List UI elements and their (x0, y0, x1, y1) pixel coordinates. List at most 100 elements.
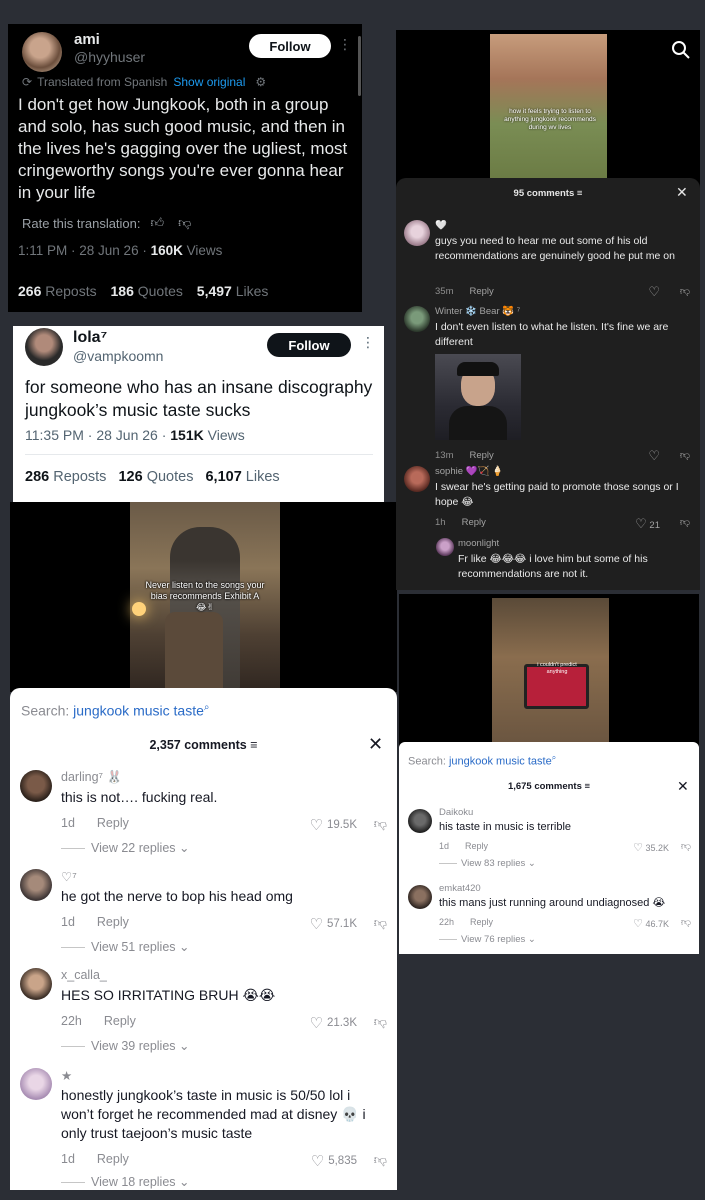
user-handle[interactable]: @vampkoomn (73, 348, 163, 364)
avatar[interactable] (404, 306, 430, 332)
search-label: Search: (408, 755, 449, 768)
search-suggestion[interactable]: Search: jungkook music taste⌕ (21, 702, 209, 719)
search-icon[interactable]: ⌕ (552, 753, 556, 762)
quotes-label: Quotes (142, 469, 194, 485)
avatar[interactable] (436, 538, 454, 556)
comment-meta: 1d Reply (61, 816, 129, 830)
avatar[interactable] (20, 1068, 52, 1100)
like-button[interactable]: ♡ (648, 284, 660, 300)
search-suggestion[interactable]: Search: jungkook music taste⌕ (408, 753, 556, 768)
view-replies-button[interactable]: View 18 replies ⌄ (61, 1174, 190, 1189)
comment-text: honestly jungkook’s taste in music is 50… (61, 1087, 366, 1141)
comment-username[interactable]: emkat420 (439, 883, 481, 894)
view-replies-button[interactable]: View 39 replies ⌄ (61, 1038, 190, 1053)
dislike-icon[interactable]: 👎︎ (680, 285, 690, 297)
like-button[interactable]: ♡ 21 (635, 516, 660, 532)
comment-username[interactable]: ★ (61, 1068, 72, 1083)
like-count: 19.5K (326, 819, 357, 831)
reply-button[interactable]: Reply (470, 917, 493, 927)
like-button[interactable]: ♡ (648, 448, 660, 464)
reply-button[interactable]: Reply (469, 450, 493, 461)
reposts-stat[interactable]: 286 Reposts (25, 469, 106, 485)
dislike-icon[interactable]: 👎︎ (374, 1014, 387, 1030)
avatar[interactable] (404, 220, 430, 246)
comment-username[interactable]: sophie 💜🏹 🍦 (435, 466, 504, 477)
dislike-icon[interactable]: 👎︎ (374, 1152, 387, 1168)
like-button[interactable]: ♡ 46.7K (633, 917, 669, 930)
comment-username[interactable]: 🤍 (435, 220, 447, 231)
dislike-icon[interactable]: 👎︎ (374, 915, 387, 931)
thumbs-up-icon[interactable]: 👍︎ (151, 215, 165, 231)
like-button[interactable]: ♡ 19.5K (309, 816, 357, 834)
avatar[interactable] (408, 809, 432, 833)
follow-button[interactable]: Follow (249, 34, 331, 58)
search-icon[interactable]: ⌕ (204, 702, 210, 713)
avatar[interactable] (22, 32, 62, 72)
display-name[interactable]: ami (74, 31, 100, 48)
comment-username[interactable]: darling⁷ 🐰 (61, 770, 122, 785)
thumbs-down-icon[interactable]: 👎︎ (178, 215, 191, 231)
avatar[interactable] (404, 466, 430, 492)
more-options-icon[interactable]: ⋮ (338, 36, 352, 53)
sort-icon[interactable]: ≡ (585, 781, 591, 792)
like-button[interactable]: ♡ 21.3K (309, 1014, 357, 1032)
quotes-label: Quotes (133, 283, 183, 299)
avatar[interactable] (20, 770, 52, 802)
reply-button[interactable]: Reply (97, 915, 129, 929)
dislike-icon[interactable]: 👎︎ (680, 449, 690, 461)
dislike-icon[interactable]: 👎︎ (681, 840, 691, 852)
avatar[interactable] (20, 869, 52, 901)
sort-icon[interactable]: ≡ (577, 188, 583, 199)
show-original-link[interactable]: Show original (173, 75, 245, 89)
reply-button[interactable]: Reply (465, 841, 488, 851)
dislike-icon[interactable]: 👎︎ (374, 816, 387, 832)
avatar[interactable] (25, 328, 63, 366)
view-replies-button[interactable]: View 83 replies ⌄ (439, 858, 536, 869)
reply-button[interactable]: Reply (469, 286, 493, 297)
like-button[interactable]: ♡ 5,835 (311, 1152, 357, 1170)
view-replies-button[interactable]: View 51 replies ⌄ (61, 939, 190, 954)
dislike-icon[interactable]: 👎︎ (681, 916, 691, 928)
reply-button[interactable]: Reply (104, 1014, 136, 1028)
dislike-icon[interactable]: 👎︎ (680, 516, 690, 528)
search-query[interactable]: jungkook music taste (73, 703, 204, 719)
sort-icon[interactable]: ≡ (250, 738, 257, 752)
search-icon[interactable] (671, 40, 691, 60)
reply-button[interactable]: Reply (97, 1152, 129, 1166)
likes-count: 5,497 (196, 283, 232, 299)
reposts-stat[interactable]: 266 Reposts (18, 283, 97, 299)
user-handle[interactable]: @hyyhuser (74, 49, 145, 65)
reply-button[interactable]: Reply (97, 816, 129, 830)
comment-username[interactable]: Daikoku (439, 807, 473, 818)
quotes-stat[interactable]: 126 Quotes (118, 469, 193, 485)
attached-image[interactable] (435, 354, 521, 440)
avatar[interactable] (408, 885, 432, 909)
follow-button[interactable]: Follow (267, 333, 351, 357)
like-button[interactable]: ♡ 35.2K (633, 841, 669, 854)
display-name[interactable]: lola⁷ (73, 329, 107, 347)
close-icon[interactable]: ✕ (368, 734, 383, 755)
likes-stat[interactable]: 5,497 Likes (197, 283, 269, 299)
comment-username[interactable]: moonlight (458, 538, 499, 549)
reply-button[interactable]: Reply (462, 517, 486, 528)
view-replies-button[interactable]: View 76 replies ⌄ (439, 934, 536, 945)
video-player-right[interactable]: i couldn't predict anything (399, 594, 699, 746)
search-query[interactable]: jungkook music taste (449, 756, 552, 768)
heart-icon: ♡ (648, 284, 660, 299)
scrollbar[interactable] (358, 36, 361, 96)
close-icon[interactable]: ✕ (677, 778, 689, 795)
comment-username[interactable]: Winter ❄️ Bear 🐯 ⁷ (435, 306, 520, 317)
likes-stat[interactable]: 6,107 Likes (205, 469, 279, 485)
video-player-left[interactable]: Never listen to the songs your bias reco… (10, 502, 397, 692)
more-options-icon[interactable]: ⋮ (361, 334, 375, 351)
view-replies-button[interactable]: View 22 replies ⌄ (61, 840, 190, 855)
comment-username[interactable]: x_calla_ (61, 968, 107, 982)
tweet-ami: ami @hyyhuser Follow ⋮ ⟳ Translated from… (8, 24, 362, 312)
divider (25, 454, 373, 455)
like-button[interactable]: ♡ 57.1K (309, 915, 357, 933)
quotes-stat[interactable]: 186 Quotes (111, 283, 183, 299)
comment-username[interactable]: ♡⁷ (61, 869, 77, 884)
settings-gear-icon[interactable]: ⚙ (255, 75, 266, 89)
close-icon[interactable]: ✕ (676, 184, 688, 201)
avatar[interactable] (20, 968, 52, 1000)
